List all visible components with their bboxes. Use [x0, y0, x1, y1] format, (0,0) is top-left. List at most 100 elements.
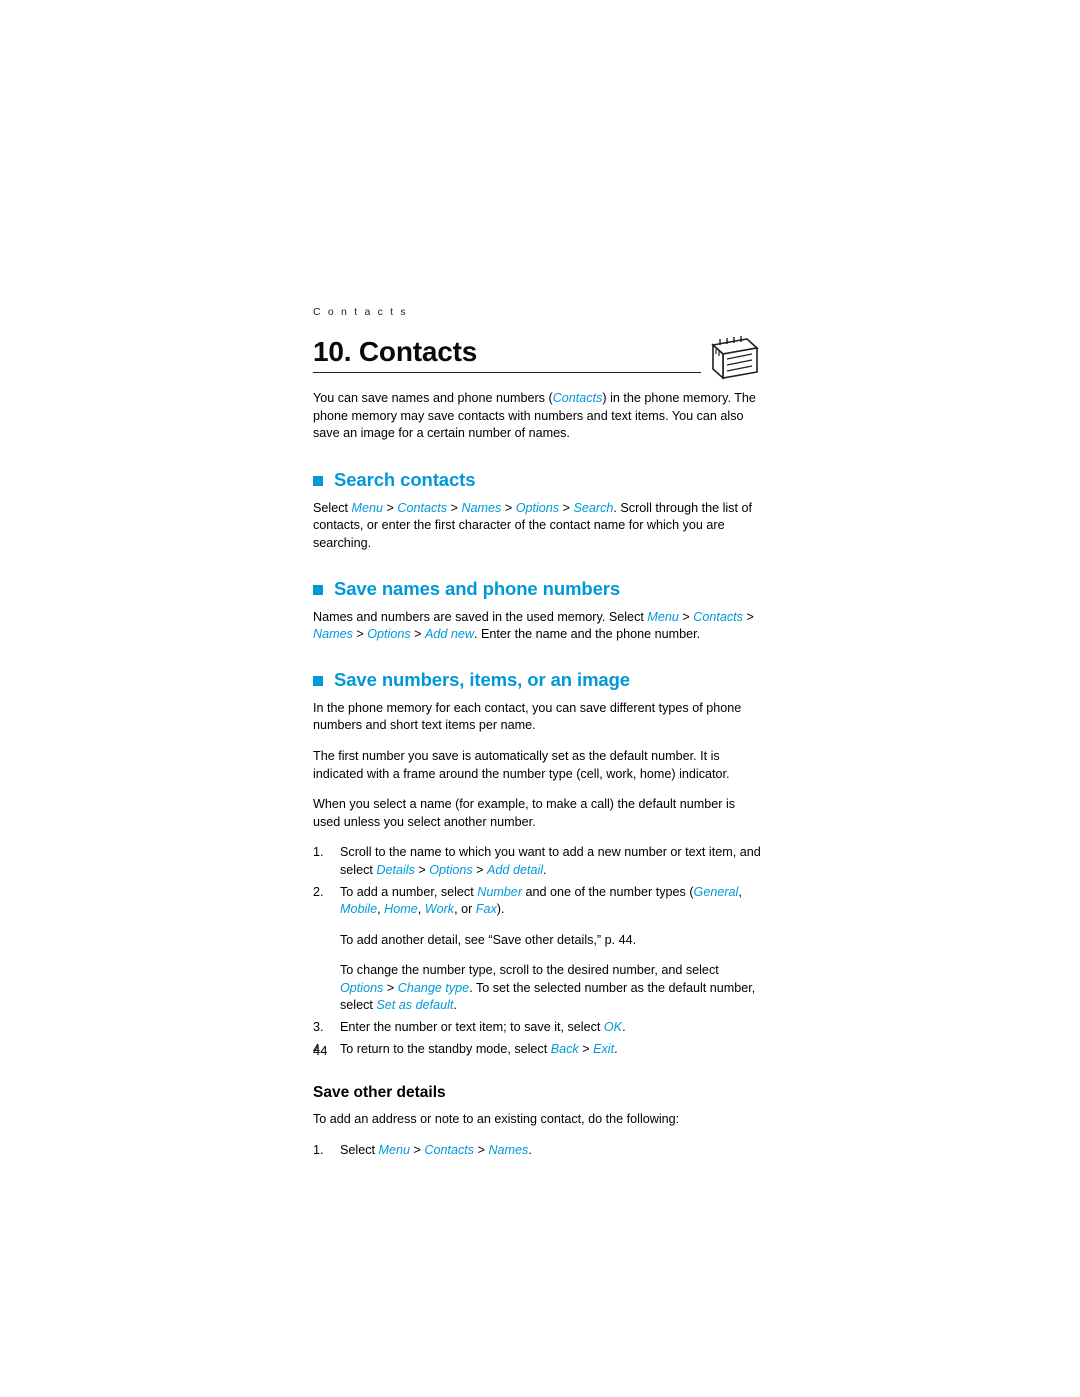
term-contacts: Contacts: [424, 1142, 475, 1157]
save-numbers-p2: The first number you save is automatical…: [313, 748, 730, 781]
page-content: C o n t a c t s 10. Contacts You can sav…: [313, 306, 763, 1163]
term-names: Names: [313, 627, 353, 642]
term-menu: Menu: [647, 609, 679, 624]
document-page: C o n t a c t s 10. Contacts You can sav…: [0, 0, 1080, 1397]
step-text-a: Enter the number or text item; to save i…: [340, 1020, 604, 1035]
page-number: 44: [313, 1043, 328, 1058]
comma3: ,: [417, 902, 425, 917]
sep: >: [410, 627, 426, 642]
sep: >: [352, 627, 368, 642]
list-item: 1. Scroll to the name to which you want t…: [313, 844, 763, 879]
list-item: 4. To return to the standby mode, select …: [313, 1041, 763, 1059]
step-text-b: .: [622, 1020, 626, 1035]
intro-term-contacts: Contacts: [552, 391, 603, 405]
sep: >: [474, 1142, 489, 1157]
term-menu: Menu: [378, 1142, 411, 1157]
sep: >: [410, 1142, 425, 1157]
section-heading-save-numbers: Save numbers, items, or an image: [313, 669, 763, 691]
term-contacts: Contacts: [397, 500, 448, 515]
term-home: Home: [384, 902, 418, 917]
sep: >: [501, 500, 516, 515]
term-general: General: [693, 884, 739, 899]
section-heading-label: Save numbers, items, or an image: [334, 668, 630, 690]
notebook-icon: [705, 332, 761, 380]
square-bullet-icon: [313, 475, 323, 486]
running-head: C o n t a c t s: [313, 306, 408, 318]
square-bullet-icon: [313, 584, 323, 595]
term-contacts: Contacts: [693, 609, 743, 624]
section-heading-label: Search contacts: [334, 468, 476, 490]
subsection-heading-save-other-details: Save other details: [313, 1084, 446, 1102]
step2-note-1: To add another detail, see “Save other d…: [340, 932, 637, 947]
save-numbers-p3: When you select a name (for example, to …: [313, 797, 736, 829]
term-options: Options: [367, 627, 411, 642]
step-text-c: , or: [454, 902, 476, 917]
term-ok: OK: [603, 1020, 623, 1035]
step-text-b: and one of the number types (: [522, 884, 694, 899]
save-other-intro: To add an address or note to an existing…: [313, 1112, 680, 1127]
term-names: Names: [488, 1142, 529, 1157]
text-rest: . Enter the name and the phone number.: [474, 627, 701, 642]
sep: >: [447, 500, 462, 515]
section-heading-save-names: Save names and phone numbers: [313, 578, 763, 600]
step-number: 1.: [313, 1142, 324, 1157]
save-names-body: Names and numbers are saved in the used …: [313, 609, 763, 644]
steps-list: 1. Scroll to the name to which you want t…: [313, 844, 763, 1058]
term-number: Number: [477, 884, 523, 899]
term-fax: Fax: [475, 902, 497, 917]
list-item: 2. To add a number, select Number and one…: [313, 884, 763, 1016]
step-number: 1.: [313, 845, 324, 860]
term-add-detail: Add detail: [487, 862, 544, 877]
sep: >: [742, 609, 754, 624]
step-text-a: Select: [340, 1142, 379, 1157]
term-search: Search: [573, 500, 614, 515]
list-item: 3. Enter the number or text item; to save…: [313, 1019, 763, 1037]
save-other-steps-list: 1. Select Menu > Contacts > Names.: [313, 1142, 763, 1160]
section-heading-search-contacts: Search contacts: [313, 469, 763, 491]
comma1: ,: [738, 884, 742, 899]
step-text-d: ).: [496, 902, 505, 917]
term-details: Details: [376, 862, 415, 877]
term-options: Options: [515, 500, 560, 515]
step-text-b: .: [543, 862, 547, 877]
term-names: Names: [461, 500, 502, 515]
note-text-a: To change the number type, scroll to the…: [340, 963, 719, 978]
sep: >: [414, 862, 430, 877]
chapter-rule: [313, 372, 701, 373]
term-mobile: Mobile: [340, 902, 378, 917]
save-numbers-p1: In the phone memory for each contact, yo…: [313, 700, 742, 733]
step2-note-2: To change the number type, scroll to the…: [340, 962, 763, 1015]
term-work: Work: [424, 902, 455, 917]
step-number: 2.: [313, 884, 324, 899]
sep: >: [578, 1041, 594, 1056]
term-change-type: Change type: [397, 980, 470, 995]
chapter-header: 10. Contacts: [313, 336, 763, 390]
sep: >: [383, 980, 398, 995]
text-select: Names and numbers are saved in the used …: [313, 609, 648, 624]
step-number: 3.: [313, 1020, 324, 1035]
term-exit: Exit: [593, 1041, 615, 1056]
text-select: Select: [313, 500, 352, 515]
step-text-a: To add a number, select: [340, 884, 478, 899]
step-text-b: .: [614, 1041, 618, 1056]
page-title: 10. Contacts: [313, 338, 486, 366]
section-heading-label: Save names and phone numbers: [334, 577, 621, 599]
sep: >: [559, 500, 574, 515]
term-set-as-default: Set as default: [376, 998, 454, 1013]
square-bullet-icon: [313, 675, 323, 686]
term-back: Back: [550, 1041, 579, 1056]
step-text-b: .: [528, 1142, 532, 1157]
sep: >: [678, 609, 694, 624]
list-item: 1. Select Menu > Contacts > Names.: [313, 1142, 763, 1160]
term-add-new: Add new: [425, 627, 475, 642]
note-text-d: .: [453, 998, 457, 1013]
term-menu: Menu: [351, 500, 384, 515]
intro-paragraph: You can save names and phone numbers (Co…: [313, 390, 763, 443]
search-contacts-body: Select Menu > Contacts > Names > Options…: [313, 500, 763, 553]
sep: >: [383, 500, 398, 515]
sep: >: [472, 862, 488, 877]
term-options: Options: [429, 862, 473, 877]
step-text-a: To return to the standby mode, select: [340, 1041, 551, 1056]
term-options: Options: [340, 980, 384, 995]
intro-text-a: You can save names and phone numbers (: [313, 391, 553, 405]
